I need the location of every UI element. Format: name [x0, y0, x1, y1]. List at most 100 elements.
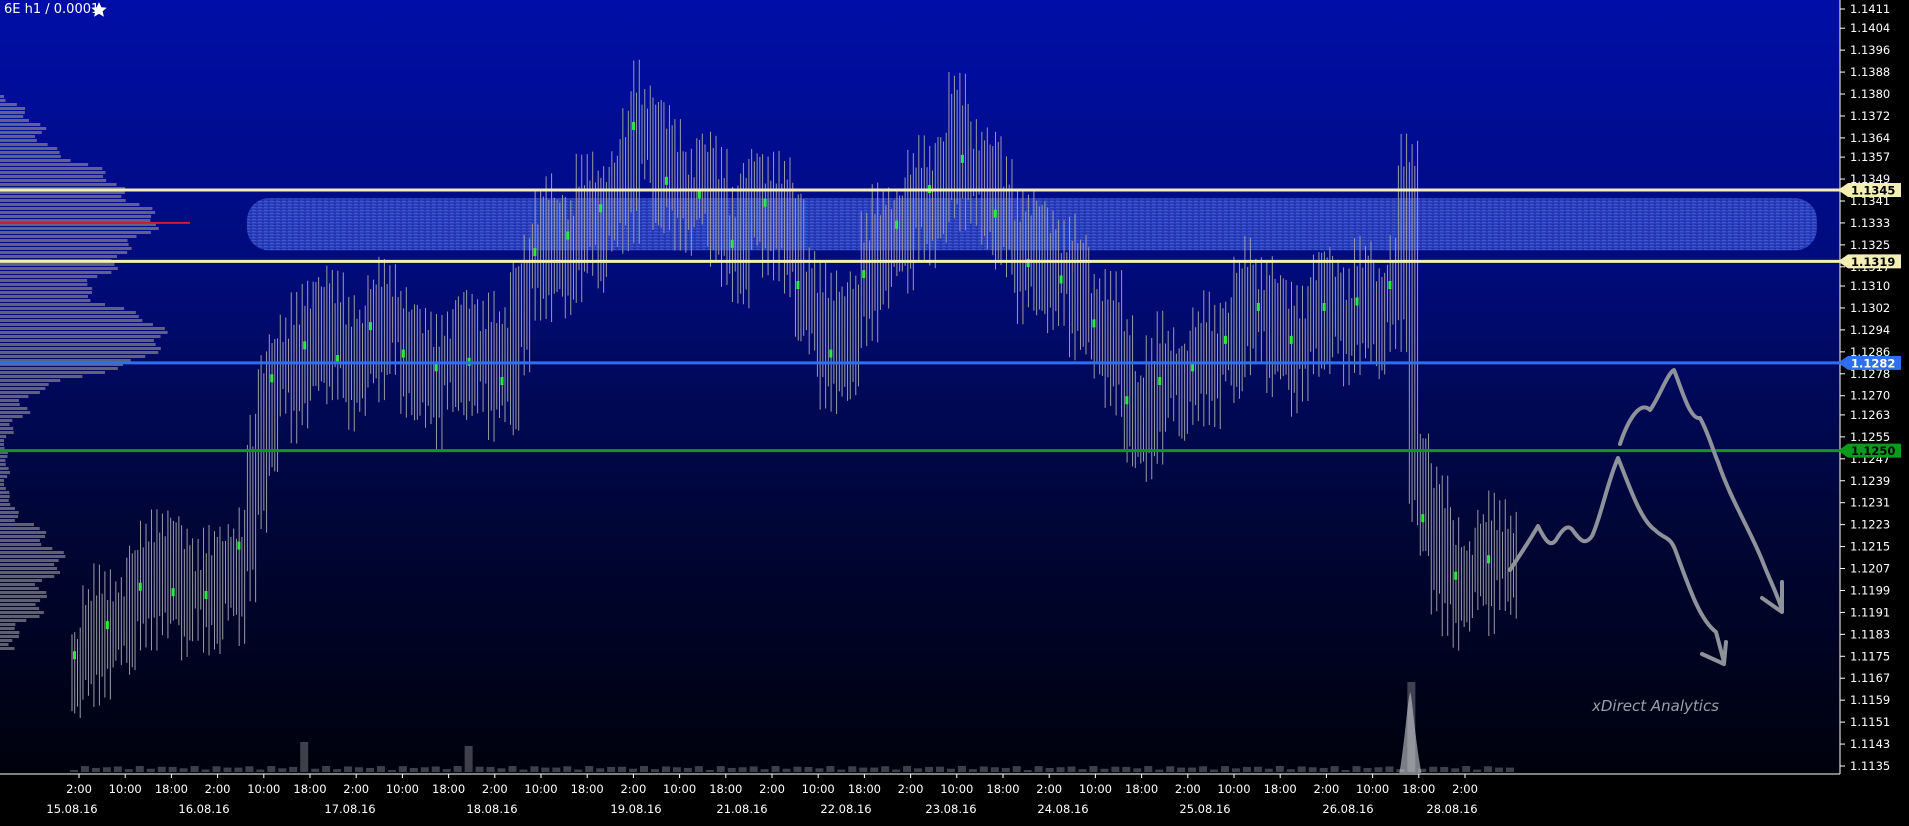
volume-bar — [727, 767, 736, 772]
profile-bar — [0, 411, 31, 414]
volume-bar — [300, 742, 309, 772]
profile-bar — [0, 283, 88, 286]
profile-bar — [0, 375, 83, 378]
volume-bar — [91, 767, 100, 772]
candle-body — [368, 322, 372, 331]
volume-bar — [925, 766, 934, 772]
y-tick-label: 1.1372 — [1850, 109, 1890, 123]
x-date-label: 22.08.16 — [820, 802, 871, 816]
profile-bar — [0, 551, 64, 554]
profile-bar — [0, 583, 35, 586]
x-date-label: 25.08.16 — [1179, 802, 1230, 816]
x-time-label: 2:00 — [759, 782, 785, 796]
volume-bar — [508, 766, 517, 772]
y-tick-label: 1.1199 — [1850, 583, 1890, 597]
profile-bar — [0, 323, 153, 326]
candle-body — [862, 270, 866, 279]
volume-bar — [1308, 767, 1317, 772]
profile-bar — [0, 307, 125, 310]
profile-bar — [0, 547, 53, 550]
profile-bar — [0, 387, 46, 390]
volume-bar — [157, 766, 166, 772]
y-tick-label: 1.1191 — [1850, 605, 1890, 619]
level-label: 1.1282 — [1851, 356, 1895, 370]
volume-bar — [409, 767, 418, 772]
y-tick-label: 1.1404 — [1850, 21, 1890, 35]
y-tick-label: 1.1364 — [1850, 131, 1890, 145]
y-tick-label: 1.1175 — [1850, 649, 1890, 663]
profile-bar — [0, 443, 4, 446]
profile-bar — [0, 183, 117, 186]
profile-bar — [0, 99, 6, 102]
profile-bar — [0, 311, 136, 314]
profile-bar — [0, 175, 104, 178]
profile-bar — [0, 159, 71, 162]
profile-bar — [0, 355, 146, 358]
volume-bar — [333, 769, 342, 772]
level-label: 1.1345 — [1851, 184, 1895, 198]
volume-bar — [201, 769, 210, 772]
x-time-label: 10:00 — [802, 782, 835, 796]
volume-bar — [1462, 766, 1471, 772]
x-time-label: 10:00 — [109, 782, 142, 796]
volume-bar — [782, 768, 791, 772]
profile-bar — [0, 479, 4, 482]
candle-body — [960, 154, 964, 163]
profile-bar — [0, 407, 28, 410]
x-time-label: 2:00 — [1175, 782, 1201, 796]
candle-body — [1454, 571, 1458, 580]
y-tick-label: 1.1294 — [1850, 323, 1890, 337]
profile-bar — [0, 467, 9, 470]
profile-bar — [0, 543, 42, 546]
zone-band — [247, 198, 1817, 251]
profile-bar — [0, 603, 36, 606]
profile-bar — [0, 579, 43, 582]
x-time-label: 18:00 — [986, 782, 1019, 796]
profile-bar — [0, 379, 61, 382]
x-time-label: 18:00 — [1125, 782, 1158, 796]
profile-bar — [0, 459, 6, 462]
volume-bar — [1188, 767, 1197, 772]
profile-bar — [0, 267, 118, 270]
profile-bar — [0, 595, 47, 598]
profile-bar — [0, 343, 156, 346]
volume-bar — [442, 769, 451, 772]
x-time-label: 10:00 — [1079, 782, 1112, 796]
profile-bar — [0, 243, 129, 246]
candle-body — [1223, 335, 1227, 344]
volume-bar — [793, 766, 802, 772]
profile-bar — [0, 203, 140, 206]
y-tick-label: 1.1270 — [1850, 389, 1890, 403]
x-date-label: 23.08.16 — [925, 802, 976, 816]
chart-svg[interactable]: 1.1411 1.1404 1.1396 1.1388 1.1380 1.1372 1.13… — [0, 0, 1909, 826]
y-tick-label: 1.1396 — [1850, 43, 1890, 57]
profile-bar — [0, 335, 161, 338]
profile-bar — [0, 647, 15, 650]
volume-bar — [1473, 769, 1482, 772]
volume-bar — [563, 766, 572, 772]
x-time-label: 18:00 — [1402, 782, 1435, 796]
y-tick-label: 1.1380 — [1850, 87, 1890, 101]
profile-bar — [0, 279, 88, 282]
volume-bar — [1451, 768, 1460, 772]
profile-bar — [0, 631, 20, 634]
volume-bar — [574, 769, 583, 772]
volume-bar — [1133, 768, 1142, 772]
volume-bar — [1385, 766, 1394, 772]
profile-bar — [0, 351, 159, 354]
volume-bar — [344, 766, 353, 772]
volume-bar — [738, 767, 747, 772]
profile-bar — [0, 643, 9, 646]
candle-body — [401, 349, 405, 358]
volume-bar — [760, 769, 769, 772]
volume-bar — [113, 766, 122, 772]
volume-bar — [804, 766, 813, 772]
profile-bar — [0, 383, 49, 386]
volume-bar — [1242, 766, 1251, 772]
profile-bar — [0, 131, 42, 134]
volume-bar — [705, 769, 714, 772]
x-time-label: 18:00 — [432, 782, 465, 796]
profile-bar — [0, 427, 14, 430]
x-date-label: 24.08.16 — [1037, 802, 1088, 816]
profile-bar — [0, 135, 35, 138]
